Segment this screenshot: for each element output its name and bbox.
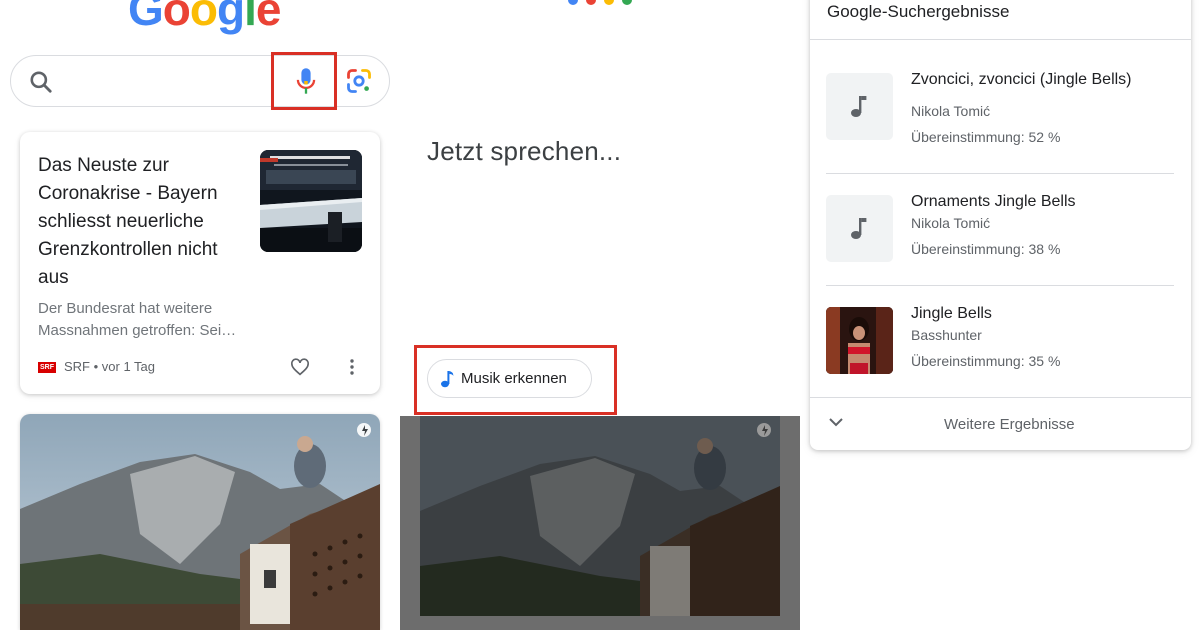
result-artist: Nikola Tomić (911, 103, 991, 119)
more-results-label: Weitere Ergebnisse (944, 416, 1075, 433)
result-title: Zvoncici, zvoncici (Jingle Bells) (911, 71, 1132, 88)
divider (826, 285, 1174, 286)
result-album-art (826, 307, 893, 374)
news-image-card[interactable] (20, 414, 380, 630)
result-thumbnail (826, 73, 893, 140)
result-match: Übereinstimmung: 38 % (911, 241, 1061, 257)
more-results-button[interactable]: Weitere Ergebnisse (810, 397, 1191, 450)
news-card-source: SRF • vor 1 Tag (64, 359, 156, 374)
results-title: Google-Suchergebnisse (827, 2, 1010, 21)
search-icon (30, 71, 52, 93)
result-match: Übereinstimmung: 35 % (911, 353, 1061, 369)
voice-search-panel: Jetzt sprechen... Musik erkennen (400, 0, 800, 630)
music-note-icon (441, 371, 454, 388)
result-thumbnail (826, 195, 893, 262)
divider (826, 173, 1174, 174)
news-card-snippet: Der Bundesrat hat weitere Massnahmen get… (38, 298, 358, 342)
more-vert-icon[interactable] (346, 359, 358, 375)
logo-letter: e (255, 0, 282, 35)
music-note-icon (851, 218, 867, 239)
google-lens-icon[interactable] (345, 67, 373, 95)
result-match: Übereinstimmung: 52 % (911, 129, 1061, 145)
logo-letter: l (244, 0, 257, 35)
music-note-icon (851, 96, 867, 117)
result-title: Jingle Bells (911, 305, 992, 322)
srf-logo: SRF (38, 362, 56, 373)
google-assistant-dots (568, 0, 632, 5)
mic-icon[interactable] (292, 66, 320, 96)
recognize-music-button[interactable]: Musik erkennen (427, 359, 592, 398)
result-artist: Basshunter (911, 327, 982, 343)
dimmed-news-image (400, 416, 800, 630)
news-card-title[interactable]: Das Neuste zur Coronakrise - Bayern schl… (38, 152, 243, 292)
divider (810, 39, 1191, 40)
news-card-thumbnail[interactable] (260, 150, 362, 252)
logo-letter: G (128, 0, 164, 35)
result-item[interactable]: Ornaments Jingle Bells Nikola Tomić Über… (826, 193, 1174, 265)
result-item[interactable]: Jingle Bells Basshunter Übereinstimmung:… (826, 305, 1174, 377)
listening-prompt: Jetzt sprechen... (427, 136, 622, 166)
logo-letter: o (162, 0, 191, 35)
heart-icon[interactable] (290, 358, 310, 376)
logo-letter: o (189, 0, 218, 35)
google-logo: Google (128, 0, 282, 35)
results-card: Google-Suchergebnisse Zvoncici, zvoncici… (810, 0, 1191, 450)
search-input[interactable] (67, 66, 267, 98)
dimmed-landscape-image (400, 416, 800, 630)
news-card-snippet-line: Der Bundesrat hat weitere (38, 300, 213, 317)
news-card[interactable]: Das Neuste zur Coronakrise - Bayern schl… (20, 132, 380, 394)
chevron-down-icon (829, 418, 843, 427)
result-title: Ornaments Jingle Bells (911, 193, 1076, 210)
search-home-panel: Google Das Neuste zur Coronakrise - Baye… (0, 0, 400, 630)
stadium-image (260, 150, 362, 252)
landscape-image (20, 414, 380, 630)
logo-letter: g (217, 0, 245, 35)
recognize-music-label: Musik erkennen (461, 370, 567, 387)
news-card-snippet-line: Massnahmen getroffen: Sei… (38, 322, 237, 339)
album-cover-image (826, 307, 893, 374)
result-artist: Nikola Tomić (911, 215, 991, 231)
music-results-panel: Google-Suchergebnisse Zvoncici, zvoncici… (800, 0, 1200, 630)
result-item[interactable]: Zvoncici, zvoncici (Jingle Bells) Nikola… (826, 71, 1174, 163)
